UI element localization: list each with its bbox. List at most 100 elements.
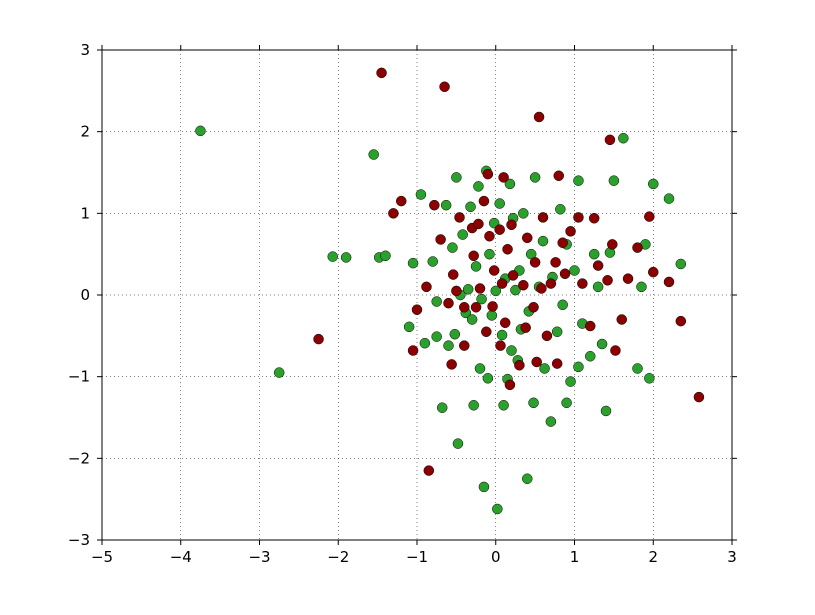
data-point <box>570 266 580 276</box>
data-point <box>694 392 704 402</box>
data-point <box>540 364 550 374</box>
data-point <box>492 504 502 514</box>
data-point <box>585 321 595 331</box>
data-point <box>450 329 460 339</box>
data-point <box>603 275 613 285</box>
y-tick-label: 3 <box>80 41 90 59</box>
scatter-chart: −5−4−3−2−10123−3−2−10123 <box>0 0 815 615</box>
data-point <box>488 301 498 311</box>
data-point <box>487 310 497 320</box>
data-point <box>589 249 599 259</box>
data-point <box>429 200 439 210</box>
data-point <box>538 236 548 246</box>
data-point <box>458 230 468 240</box>
data-point <box>437 403 447 413</box>
data-point <box>424 466 434 476</box>
data-point <box>444 298 454 308</box>
data-point <box>473 219 483 229</box>
data-point <box>618 133 628 143</box>
data-point <box>412 305 422 315</box>
data-point <box>448 270 458 280</box>
data-point <box>479 196 489 206</box>
data-point <box>475 283 485 293</box>
data-point <box>377 68 387 78</box>
data-point <box>314 334 324 344</box>
data-point <box>648 267 658 277</box>
data-point <box>562 398 572 408</box>
data-point <box>644 212 654 222</box>
data-point <box>508 270 518 280</box>
data-point <box>484 231 494 241</box>
data-point <box>536 283 546 293</box>
data-point <box>495 199 505 209</box>
data-point <box>518 280 528 290</box>
data-point <box>558 300 568 310</box>
data-point <box>505 380 515 390</box>
data-point <box>518 208 528 218</box>
data-point <box>538 212 548 222</box>
data-point <box>483 373 493 383</box>
x-tick-label: −2 <box>327 548 349 566</box>
data-point <box>341 252 351 262</box>
data-point <box>416 190 426 200</box>
x-tick-label: −5 <box>91 548 113 566</box>
data-point <box>388 208 398 218</box>
data-point <box>483 169 493 179</box>
data-point <box>479 482 489 492</box>
y-tick-label: −1 <box>68 368 90 386</box>
y-tick-label: 2 <box>80 123 90 141</box>
x-tick-label: −1 <box>406 548 428 566</box>
x-tick-label: 3 <box>727 548 737 566</box>
data-point <box>546 417 556 427</box>
data-point <box>534 112 544 122</box>
data-point <box>499 172 509 182</box>
data-point <box>408 258 418 268</box>
data-point <box>664 194 674 204</box>
y-tick-label: 1 <box>80 204 90 222</box>
data-point <box>500 318 510 328</box>
data-point <box>369 150 379 160</box>
data-point <box>507 220 517 230</box>
data-point <box>451 172 461 182</box>
data-point <box>447 359 457 369</box>
data-point <box>522 233 532 243</box>
data-point <box>432 332 442 342</box>
data-point <box>484 249 494 259</box>
data-point <box>605 135 615 145</box>
chart-container: −5−4−3−2−10123−3−2−10123 <box>0 0 815 615</box>
data-point <box>558 238 568 248</box>
data-point <box>396 196 406 206</box>
data-point <box>440 82 450 92</box>
data-point <box>585 351 595 361</box>
data-point <box>529 398 539 408</box>
data-point <box>497 330 507 340</box>
data-point <box>459 341 469 351</box>
data-point <box>601 406 611 416</box>
y-tick-label: −3 <box>68 531 90 549</box>
data-point <box>432 297 442 307</box>
data-point <box>441 200 451 210</box>
data-point <box>644 373 654 383</box>
data-point <box>469 251 479 261</box>
data-point <box>420 338 430 348</box>
data-point <box>455 212 465 222</box>
data-point <box>636 282 646 292</box>
data-point <box>617 315 627 325</box>
data-point <box>495 225 505 235</box>
data-point <box>530 257 540 267</box>
data-point <box>447 243 457 253</box>
data-point <box>623 274 633 284</box>
data-point <box>499 400 509 410</box>
data-point <box>560 269 570 279</box>
data-point <box>507 346 517 356</box>
x-tick-label: 1 <box>570 548 580 566</box>
data-point <box>381 251 391 261</box>
y-tick-label: −2 <box>68 449 90 467</box>
data-point <box>471 302 481 312</box>
data-point <box>648 179 658 189</box>
data-point <box>676 259 686 269</box>
data-point <box>607 239 617 249</box>
x-tick-label: 2 <box>648 548 658 566</box>
data-point <box>593 282 603 292</box>
data-point <box>195 126 205 136</box>
